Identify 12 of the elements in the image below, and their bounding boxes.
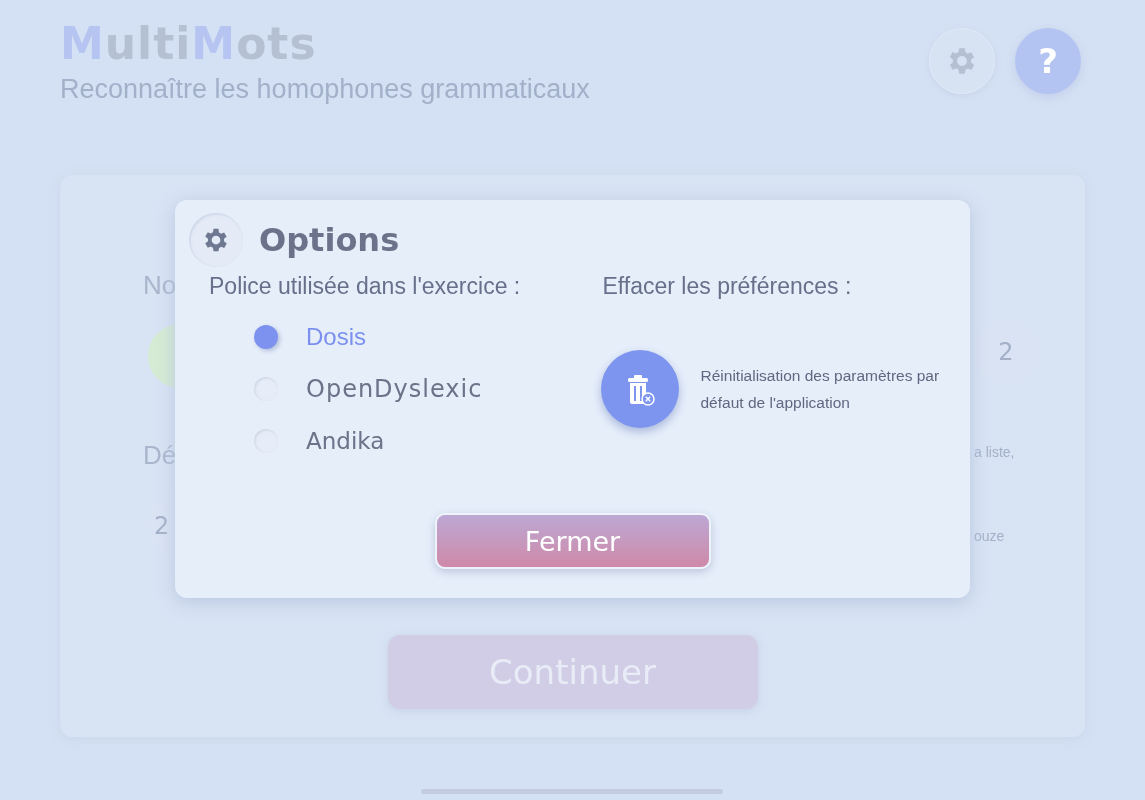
gear-icon [189, 213, 243, 267]
close-button[interactable]: Fermer [434, 513, 711, 569]
reset-description: Réinitialisation des paramètres par défaut de l'application [700, 366, 941, 413]
radio-button[interactable] [254, 325, 278, 349]
section-heading: Effacer les préférences : [602, 273, 853, 300]
font-option-label[interactable]: Andika [306, 428, 385, 454]
font-option-label[interactable]: OpenDyslexic [306, 375, 483, 403]
dialog-title: Options [259, 221, 400, 259]
reset-button[interactable] [600, 350, 679, 428]
font-option-label[interactable]: Dosis [306, 323, 366, 351]
help-button[interactable]: ? [1015, 28, 1081, 94]
section-heading: Police utilisée dans l'exercice : [209, 273, 522, 300]
